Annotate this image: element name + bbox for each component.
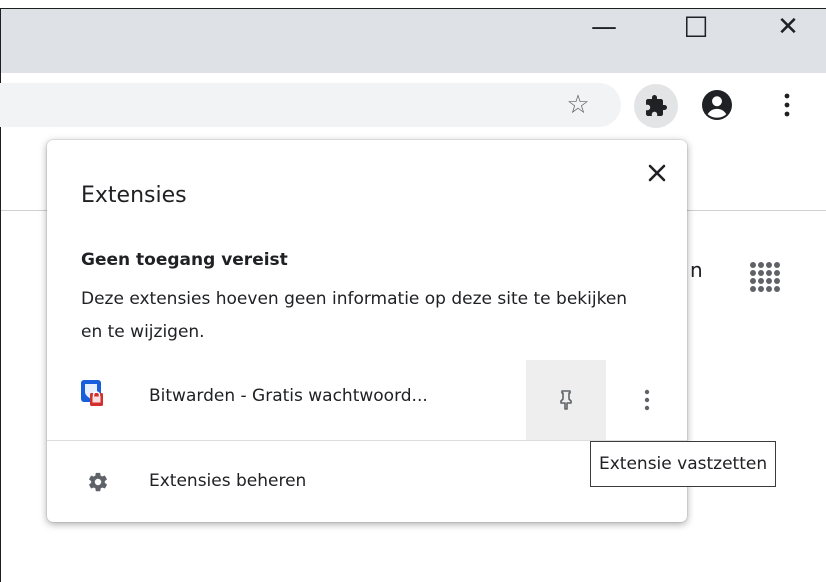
- title-bar: — ☐ ✕: [1, 9, 826, 73]
- close-window-button[interactable]: ✕: [753, 9, 823, 45]
- account-icon[interactable]: [697, 85, 737, 125]
- extension-row[interactable]: Bitwarden - Gratis wachtwoord...: [47, 360, 687, 440]
- extension-more-options-button[interactable]: [637, 385, 657, 415]
- bitwarden-logo-icon: [81, 380, 103, 406]
- three-dots-vertical-icon: [784, 93, 790, 117]
- background-page-text: n: [690, 258, 703, 282]
- puzzle-icon: [646, 95, 667, 116]
- address-bar[interactable]: [0, 83, 621, 127]
- pin-tooltip: Extensie vastzetten: [590, 441, 777, 487]
- maximize-button[interactable]: ☐: [661, 9, 731, 45]
- grid-dots-icon: [750, 262, 780, 292]
- close-popup-button[interactable]: [642, 158, 672, 188]
- section-heading: Geen toegang vereist: [81, 250, 288, 270]
- browser-menu-icon[interactable]: [777, 89, 797, 121]
- gear-icon: [87, 471, 109, 493]
- browser-screenshot: — ☐ ✕ ☆ n Extensies Geen toegang vereist…: [0, 0, 826, 582]
- close-icon: [648, 164, 666, 182]
- browser-toolbar: ☆: [0, 73, 826, 137]
- pin-extension-button[interactable]: [526, 360, 606, 440]
- bookmark-star-icon[interactable]: ☆: [562, 89, 594, 121]
- minimize-button[interactable]: —: [569, 9, 639, 45]
- manage-extensions-label: Extensies beheren: [149, 471, 307, 491]
- settings-gear-icon: [89, 472, 107, 492]
- extensions-puzzle-icon[interactable]: [634, 84, 678, 128]
- three-dots-vertical-icon: [644, 389, 650, 411]
- bitwarden-icon: [81, 380, 103, 406]
- profile-avatar-icon: [702, 90, 732, 120]
- popup-title: Extensies: [81, 183, 187, 208]
- pin-icon: [560, 390, 572, 410]
- section-description: Deze extensies hoeven geen informatie op…: [81, 289, 628, 342]
- apps-grid-icon[interactable]: [748, 260, 782, 294]
- extension-name: Bitwarden - Gratis wachtwoord...: [149, 386, 428, 406]
